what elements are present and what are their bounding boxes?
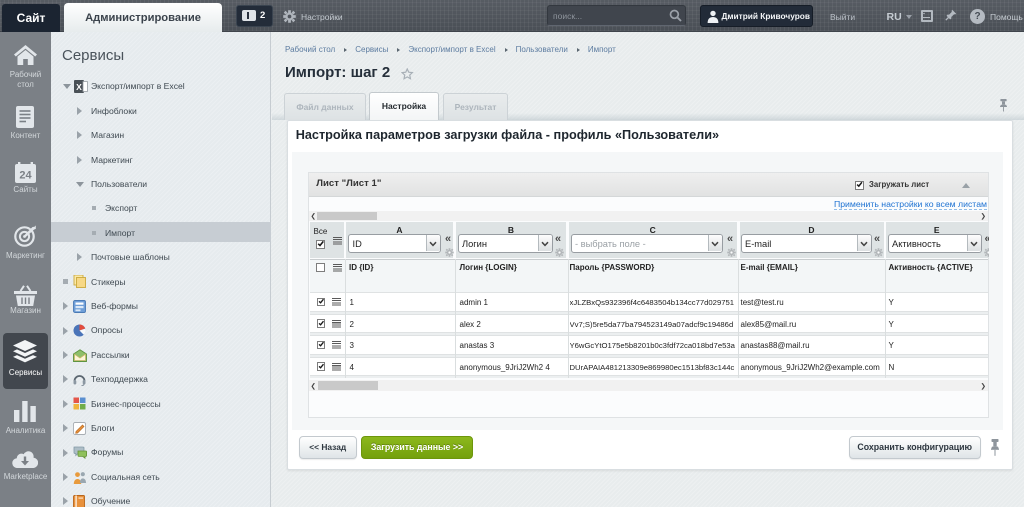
svg-text:24: 24 <box>19 170 32 182</box>
svg-text:X: X <box>76 82 82 92</box>
